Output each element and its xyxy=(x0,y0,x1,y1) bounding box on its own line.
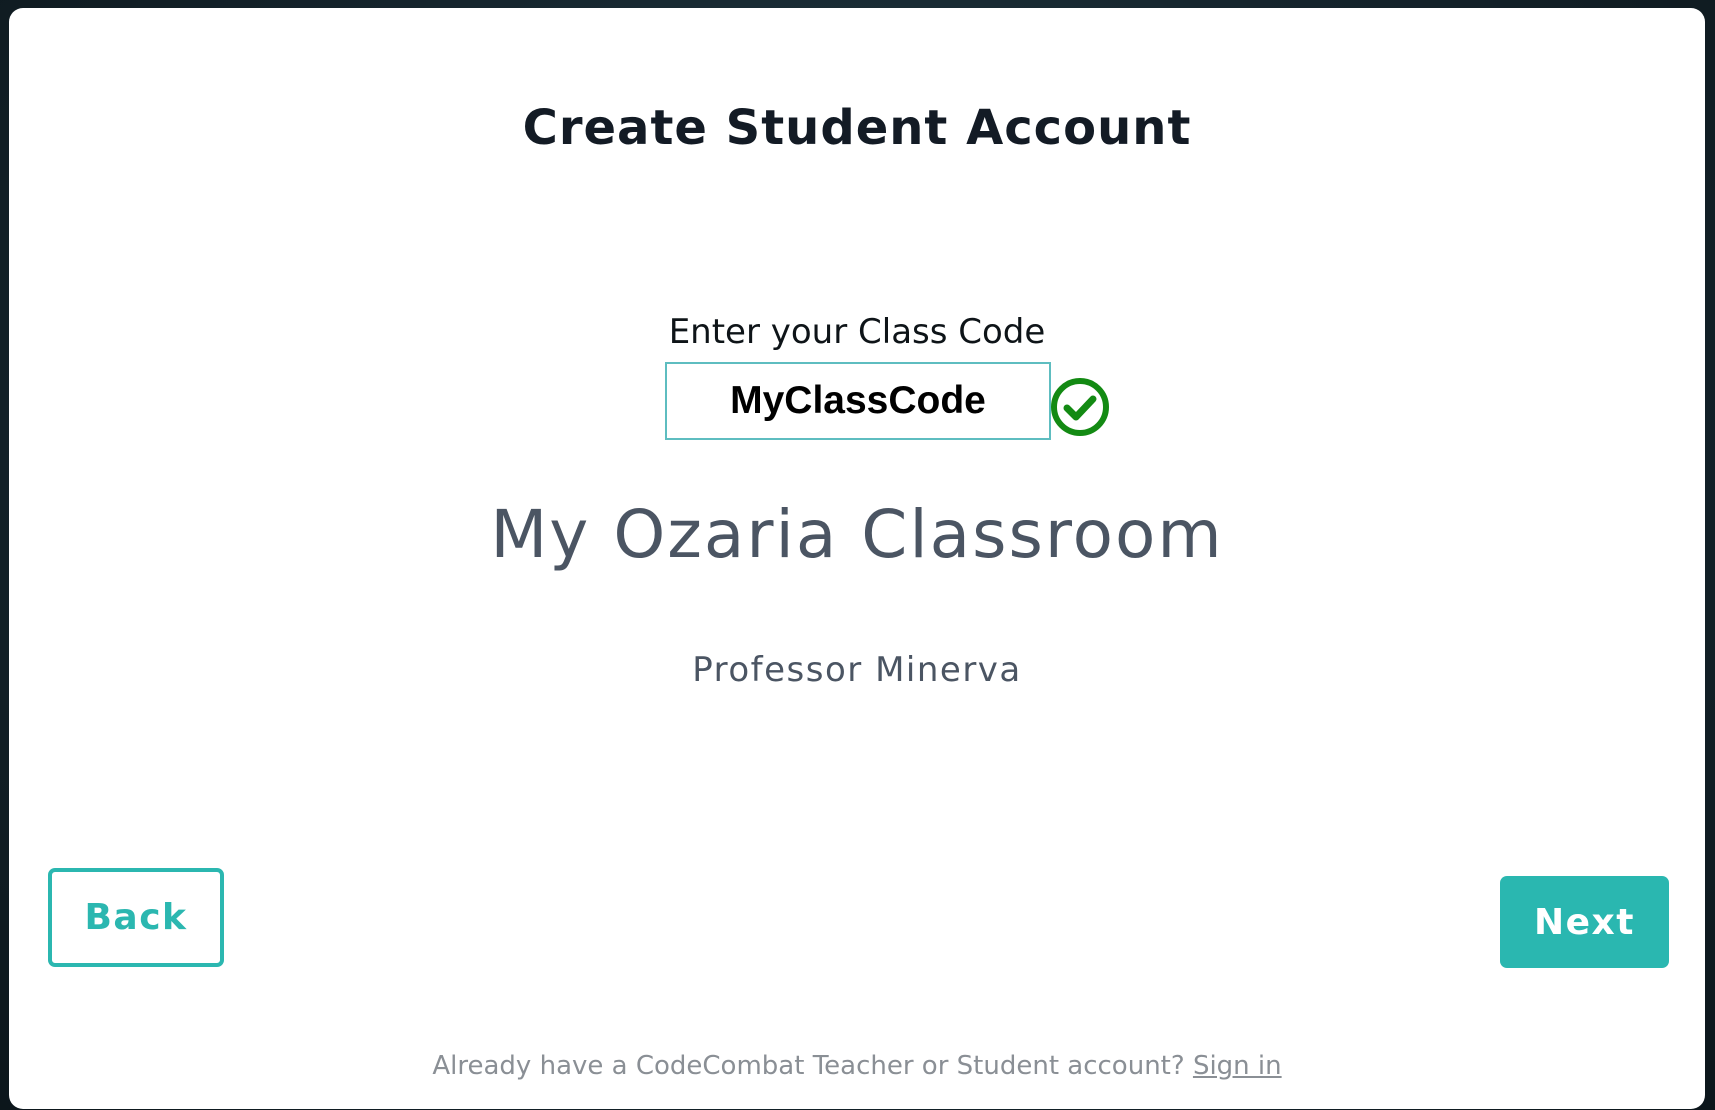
check-circle-icon xyxy=(1051,378,1109,436)
footer-signin-prompt: Already have a CodeCombat Teacher or Stu… xyxy=(9,1051,1705,1081)
teacher-name: Professor Minerva xyxy=(692,650,1022,690)
class-code-input[interactable] xyxy=(665,362,1051,440)
sign-in-link[interactable]: Sign in xyxy=(1193,1051,1282,1081)
classroom-name: My Ozaria Classroom xyxy=(490,496,1224,573)
create-student-account-modal: Create Student Account Enter your Class … xyxy=(9,8,1705,1109)
back-button[interactable]: Back xyxy=(48,868,224,967)
next-button[interactable]: Next xyxy=(1500,876,1669,968)
class-code-label: Enter your Class Code xyxy=(668,312,1046,352)
footer-prompt-text: Already have a CodeCombat Teacher or Stu… xyxy=(432,1051,1185,1081)
modal-title: Create Student Account xyxy=(522,100,1192,156)
